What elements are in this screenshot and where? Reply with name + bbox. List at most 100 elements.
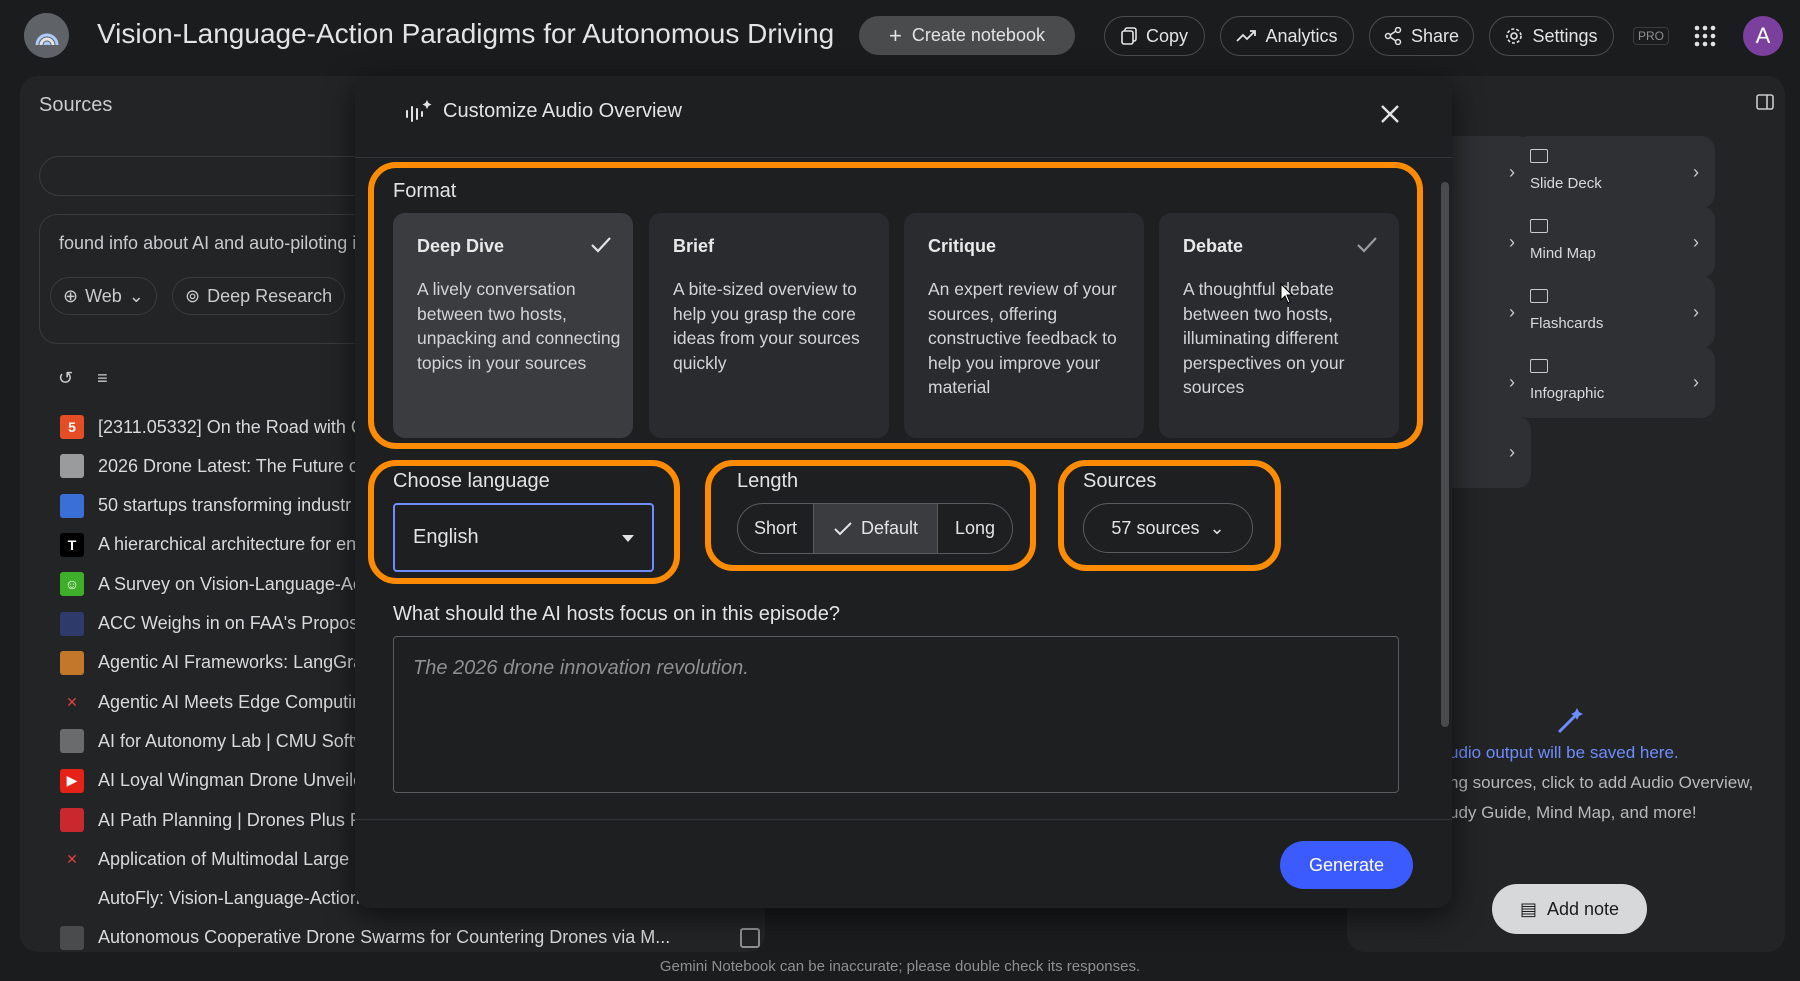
create-notebook-label: Create notebook [911, 25, 1045, 45]
share-label: Share [1410, 25, 1460, 46]
format-option-title: Brief [673, 236, 715, 256]
deep-research-chip[interactable]: ⊚ Deep Research [172, 277, 346, 315]
format-option-title: Critique [928, 236, 997, 256]
source-item-label: A Survey on Vision-Language-Ac [98, 573, 362, 594]
analytics-button[interactable]: Analytics [1220, 16, 1354, 56]
chevron-right-icon: › [1509, 442, 1515, 462]
length-short-option[interactable]: Short [738, 504, 814, 553]
gear-icon [1506, 28, 1523, 44]
language-label: Choose language [393, 470, 550, 492]
language-value: English [413, 526, 479, 548]
format-option-title: Deep Dive [417, 236, 505, 256]
format-option-card[interactable]: Brief A bite-sized overview to help you g… [649, 213, 889, 438]
youtube-icon: ▶ [60, 768, 84, 793]
dropdown-caret-icon [622, 535, 634, 542]
focus-prompt-input[interactable] [393, 636, 1399, 793]
copy-icon [1121, 27, 1137, 45]
source-item-label: AI for Autonomy Lab | CMU Softw [98, 730, 367, 751]
deep-research-label: Deep Research [207, 285, 333, 306]
share-button[interactable]: Share [1369, 16, 1474, 56]
document-icon [60, 886, 84, 911]
list-tools: ↺ ≡ [58, 368, 108, 389]
acc-icon [60, 611, 84, 636]
chevron-right-icon: › [1693, 232, 1699, 252]
studio-card[interactable]: Infographic › [1515, 346, 1715, 418]
format-option-description: A bite-sized overview to help you grasp … [673, 279, 860, 373]
settings-label: Settings [1532, 25, 1598, 46]
modal-scrollbar[interactable] [1441, 182, 1449, 727]
copy-label: Copy [1145, 25, 1189, 46]
source-search-text[interactable]: found info about AI and auto-piloting i [59, 233, 356, 254]
modal-title: Customize Audio Overview [443, 100, 682, 122]
source-item-label: Agentic AI Meets Edge Computin [98, 691, 363, 712]
web-chip[interactable]: ⊕ Web ⌄ [50, 277, 157, 315]
source-item-label: A hierarchical architecture for en [98, 534, 357, 555]
focus-prompt-label: What should the AI hosts focus on in thi… [393, 603, 840, 625]
copy-button[interactable]: Copy [1104, 16, 1205, 56]
sources-panel-title: Sources [39, 94, 113, 116]
source-item-label: AI Path Planning | Drones Plus Ro [98, 809, 373, 830]
mind-map-icon [1530, 219, 1548, 233]
generate-button[interactable]: Generate [1280, 841, 1413, 889]
format-option-description: A lively conversation between two hosts,… [417, 279, 621, 373]
studio-card[interactable]: Slide Deck › [1515, 136, 1715, 208]
length-segmented-control: Short Default Long [737, 503, 1013, 554]
format-option-card[interactable]: Deep Dive A lively conversation between t… [393, 213, 633, 438]
studio-card-label: Slide Deck [1530, 175, 1602, 192]
note-icon: ▤ [1519, 898, 1537, 919]
add-note-label: Add note [1546, 898, 1620, 919]
audio-sparkle-icon [406, 100, 432, 122]
red-x-icon: ✕ [60, 690, 84, 715]
format-option-title: Debate [1183, 236, 1244, 256]
slide-deck-icon [1530, 149, 1548, 163]
source-item-label: 50 startups transforming industr [98, 495, 352, 516]
studio-empty-line3: udy Guide, Mind Map, and more! [1449, 803, 1697, 822]
studio-empty-line2: ng sources, click to add Audio Overview, [1449, 773, 1754, 792]
top-bar: Vision-Language-Action Paradigms for Aut… [0, 0, 1800, 72]
length-long-option[interactable]: Long [938, 504, 1012, 553]
sources-select-label: Sources [1083, 470, 1157, 492]
source-checkbox[interactable] [740, 927, 760, 948]
apps-grid-icon[interactable] [1694, 25, 1716, 47]
create-notebook-button[interactable]: + Create notebook [859, 16, 1075, 55]
length-default-label: Default [860, 518, 919, 538]
studio-card-label: Infographic [1530, 385, 1605, 402]
source-item-label: 2026 Drone Latest: The Future of [98, 455, 364, 476]
pro-badge: PRO [1633, 27, 1670, 45]
format-option-description: An expert review of your sources, offeri… [928, 279, 1117, 397]
studio-empty-title: udio output will be saved here. [1449, 743, 1679, 762]
source-item-label: ACC Weighs in on FAA's Propose [98, 613, 369, 633]
source-item-label: AI Loyal Wingman Drone Unveilec [98, 770, 373, 791]
sources-count: 57 sources [1111, 517, 1200, 538]
chevron-right-icon: › [1693, 162, 1699, 182]
flashcards-icon [1530, 289, 1548, 303]
length-label: Length [737, 470, 799, 492]
notebook-title[interactable]: Vision-Language-Action Paradigms for Aut… [97, 18, 834, 50]
checkmark-icon [834, 521, 852, 535]
globe-icon: ⊕ [63, 285, 79, 306]
studio-card[interactable]: Mind Map › [1515, 206, 1715, 278]
format-option-card[interactable]: Critique An expert review of your sources… [904, 213, 1144, 438]
source-list-item[interactable]: Autonomous Cooperative Drone Swarms for … [60, 921, 760, 955]
sources-dropdown[interactable]: 57 sources ⌄ [1083, 503, 1253, 553]
red-x-icon: ✕ [60, 847, 84, 872]
globe-icon [60, 729, 84, 754]
drone-thumb-icon [60, 454, 84, 479]
studio-card[interactable]: Flashcards › [1515, 276, 1715, 348]
add-note-button[interactable]: ▤ Add note [1492, 884, 1647, 934]
infographic-icon [1530, 359, 1548, 373]
analytics-label: Analytics [1265, 25, 1338, 46]
language-select[interactable]: English [393, 503, 654, 572]
collapse-panel-icon[interactable] [1756, 93, 1774, 111]
source-item-label: [2311.05332] On the Road with G [98, 416, 365, 437]
sort-icon[interactable]: ≡ [97, 368, 108, 389]
format-option-card[interactable]: Debate A thoughtful debate between two ho… [1159, 213, 1399, 438]
refresh-icon[interactable]: ↺ [58, 368, 73, 389]
avatar[interactable]: A [1743, 16, 1783, 56]
footer-disclaimer: Gemini Notebook can be inaccurate; pleas… [659, 958, 1141, 975]
length-default-option[interactable]: Default [814, 504, 938, 553]
app-logo-icon[interactable] [24, 13, 69, 58]
close-icon[interactable] [1376, 100, 1404, 128]
length-long-label: Long [954, 518, 996, 538]
settings-button[interactable]: Settings [1489, 16, 1614, 56]
